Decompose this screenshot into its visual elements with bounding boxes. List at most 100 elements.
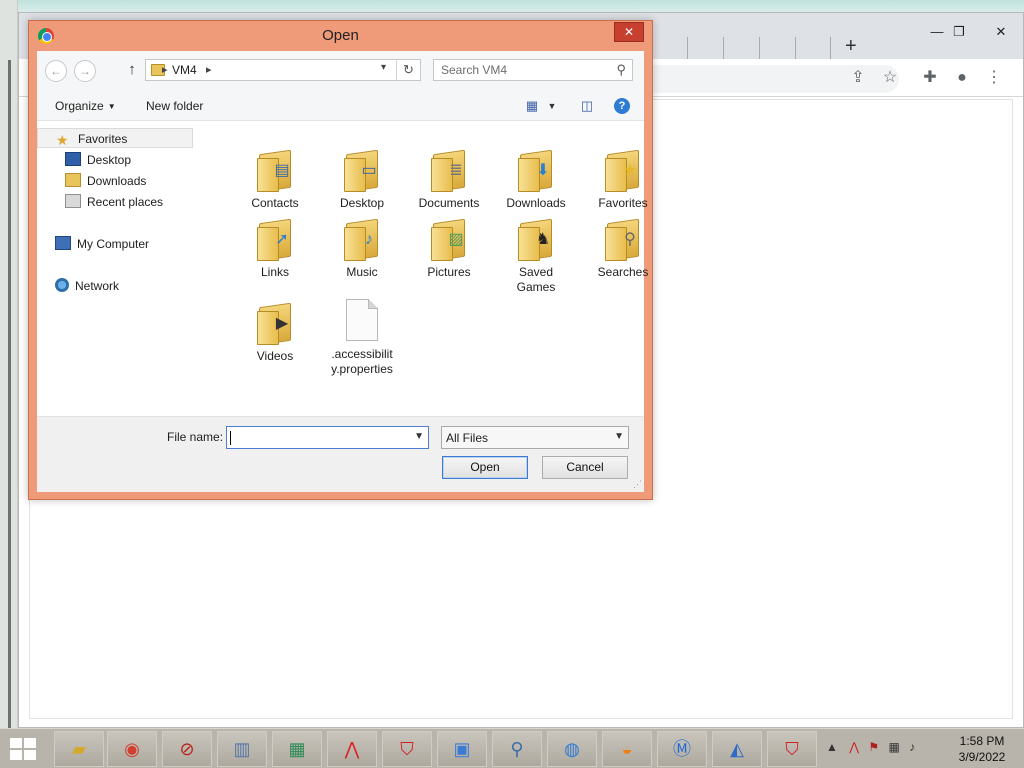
close-dialog-button[interactable]: ✕ [614, 22, 644, 42]
nav-recent-label: Recent places [87, 195, 164, 209]
contacts-folder-icon: ▤ [257, 148, 293, 193]
breadcrumb-chevron-icon[interactable]: ▸ [162, 63, 168, 76]
background-window-edge [8, 60, 11, 728]
file-item-searches[interactable]: ⚲ Searches [583, 217, 663, 280]
open-dialog: Open ✕ ← → ↑ ▸ VM4 ▸ ▾ ↻ ⚲ Organize▼ New… [28, 20, 653, 500]
file-name: Music [346, 265, 378, 279]
search-icon[interactable]: ⚲ [616, 62, 626, 78]
up-arrow-icon[interactable]: ↑ [123, 59, 141, 81]
search-box[interactable]: ⚲ [433, 59, 633, 81]
cancel-button[interactable]: Cancel [542, 456, 628, 479]
taskbar-clock[interactable]: 1:58 PM 3/9/2022 [950, 733, 1014, 765]
volume-muted-icon[interactable]: ♪ [909, 740, 915, 754]
nav-item-desktop[interactable]: Desktop [65, 150, 131, 170]
file-name: .accessibility.properties [331, 347, 393, 376]
music-folder-icon: ♪ [344, 217, 380, 262]
search-input[interactable] [434, 60, 604, 80]
new-tab-icon[interactable]: + [845, 35, 857, 58]
breadcrumb-vm4[interactable]: VM4 [172, 63, 197, 77]
file-item-pictures[interactable]: ▨ Pictures [409, 217, 489, 280]
command-bar: Organize ▼ New folder ▦ ▼ ◫ ? [37, 91, 644, 121]
nav-favorites-label: Favorites [78, 132, 128, 146]
searches-folder-icon: ⚲ [605, 217, 641, 262]
change-view-icon[interactable]: ▦ [523, 97, 541, 115]
file-item-contacts[interactable]: ▤ Contacts [235, 148, 315, 211]
organize-button[interactable]: Organize ▼ [55, 99, 116, 113]
clock-date: 3/9/2022 [958, 750, 1006, 764]
file-name: Contacts [251, 196, 299, 210]
antivirus-shield-icon[interactable]: ⛉ [767, 731, 817, 767]
refresh-icon[interactable]: ↻ [396, 60, 420, 80]
malwarebytes-icon[interactable]: Ⓜ [657, 731, 707, 767]
nav-item-favorites[interactable]: ★ Favorites [37, 128, 193, 148]
chevron-down-icon[interactable]: ▼ [614, 431, 624, 442]
breadcrumb-chevron-icon[interactable]: ▸ [206, 63, 212, 76]
bookmark-star-icon[interactable]: ☆ [879, 67, 901, 89]
file-item-saved-games[interactable]: ♞ Saved Games [496, 217, 576, 295]
close-window-icon[interactable]: ✕ [979, 21, 1023, 43]
start-button[interactable] [10, 738, 38, 762]
file-item-links[interactable]: ➚ Links [235, 217, 315, 280]
address-breadcrumb[interactable]: ▸ VM4 ▸ ▾ ↻ [145, 59, 421, 81]
blocked-app-icon[interactable]: ⊘ [162, 731, 212, 767]
share-icon[interactable]: ⇪ [847, 67, 869, 89]
file-item-downloads[interactable]: ⬇ Downloads [496, 148, 576, 211]
tab-separator [830, 37, 831, 59]
file-item-desktop[interactable]: ▭ Desktop [322, 148, 402, 211]
avast-icon[interactable]: ◒ [602, 731, 652, 767]
back-icon[interactable]: ← [45, 60, 67, 82]
show-hidden-icons-icon[interactable]: ▲ [826, 740, 838, 754]
file-name: Saved Games [516, 265, 556, 294]
network-app-icon[interactable]: ▣ [437, 731, 487, 767]
file-item-documents[interactable]: ≣ Documents [409, 148, 489, 211]
file-type-value: All Files [446, 431, 489, 445]
security-app-icon[interactable]: ◭ [712, 731, 762, 767]
file-item-videos[interactable]: ▶ Videos [235, 301, 315, 364]
taskbar: ▰ ◉ ⊘ ▥ ▦ ⋀ ⛉ ▣ ⚲ ◍ ◒ Ⓜ ◭ ⛉ ▲ ⋀ ⚑ ▦ ♪ 1:… [0, 728, 1024, 768]
nav-item-recent-places[interactable]: Recent places [65, 192, 163, 212]
profile-icon[interactable]: ● [951, 67, 973, 89]
chevron-down-icon[interactable]: ▾ [381, 62, 386, 73]
open-button[interactable]: Open [442, 456, 528, 479]
file-item-favorites[interactable]: ★ Favorites [583, 148, 663, 211]
chevron-down-icon: ▼ [107, 102, 116, 111]
shield-icon[interactable]: ⛉ [382, 731, 432, 767]
downloads-folder-icon: ⬇ [518, 148, 554, 193]
extensions-icon[interactable]: ✚ [919, 67, 941, 89]
file-name: Downloads [506, 196, 566, 210]
new-folder-button[interactable]: New folder [146, 99, 203, 113]
tab-separator [687, 37, 688, 59]
nav-computer-label: My Computer [77, 237, 150, 251]
help-icon[interactable]: ? [614, 98, 630, 114]
maximize-icon[interactable]: ❐ [937, 21, 981, 43]
file-name-combobox[interactable]: ▼ [226, 426, 429, 449]
chrome-icon[interactable]: ◉ [107, 731, 157, 767]
magnifier-icon[interactable]: ⚲ [492, 731, 542, 767]
file-name: Links [260, 265, 289, 279]
file-name-input[interactable] [227, 427, 407, 448]
nav-item-my-computer[interactable]: My Computer [55, 234, 149, 254]
preview-pane-icon[interactable]: ◫ [578, 97, 596, 115]
globe-icon[interactable]: ◍ [547, 731, 597, 767]
view-options-chevron-icon[interactable]: ▼ [543, 97, 561, 115]
file-explorer-icon[interactable]: ▰ [54, 731, 104, 767]
avira-icon[interactable]: ⋀ [327, 731, 377, 767]
file-type-select[interactable]: All Files ▼ [441, 426, 629, 449]
desktop-folder-icon: ▭ [344, 148, 380, 193]
resize-grip-icon[interactable]: ⋰ [633, 479, 642, 490]
performance-monitor-icon[interactable]: ▥ [217, 731, 267, 767]
nav-desktop-label: Desktop [87, 153, 132, 167]
action-center-flag-icon[interactable]: ⚑ [868, 740, 879, 754]
nav-item-network[interactable]: Network [55, 276, 119, 296]
file-item-music[interactable]: ♪ Music [322, 217, 402, 280]
avira-tray-icon[interactable]: ⋀ [849, 740, 859, 754]
nav-item-downloads[interactable]: Downloads [65, 171, 146, 191]
forward-icon[interactable]: → [74, 60, 96, 82]
chevron-down-icon[interactable]: ▼ [414, 431, 424, 442]
file-item-accessibility-properties[interactable]: .accessibility.properties [322, 299, 402, 377]
image-app-icon[interactable]: ▦ [272, 731, 322, 767]
menu-icon[interactable]: ⋮ [983, 67, 1005, 89]
dialog-titlebar[interactable]: Open ✕ [29, 21, 652, 51]
tab-separator [759, 37, 760, 59]
network-tray-icon[interactable]: ▦ [889, 740, 900, 754]
